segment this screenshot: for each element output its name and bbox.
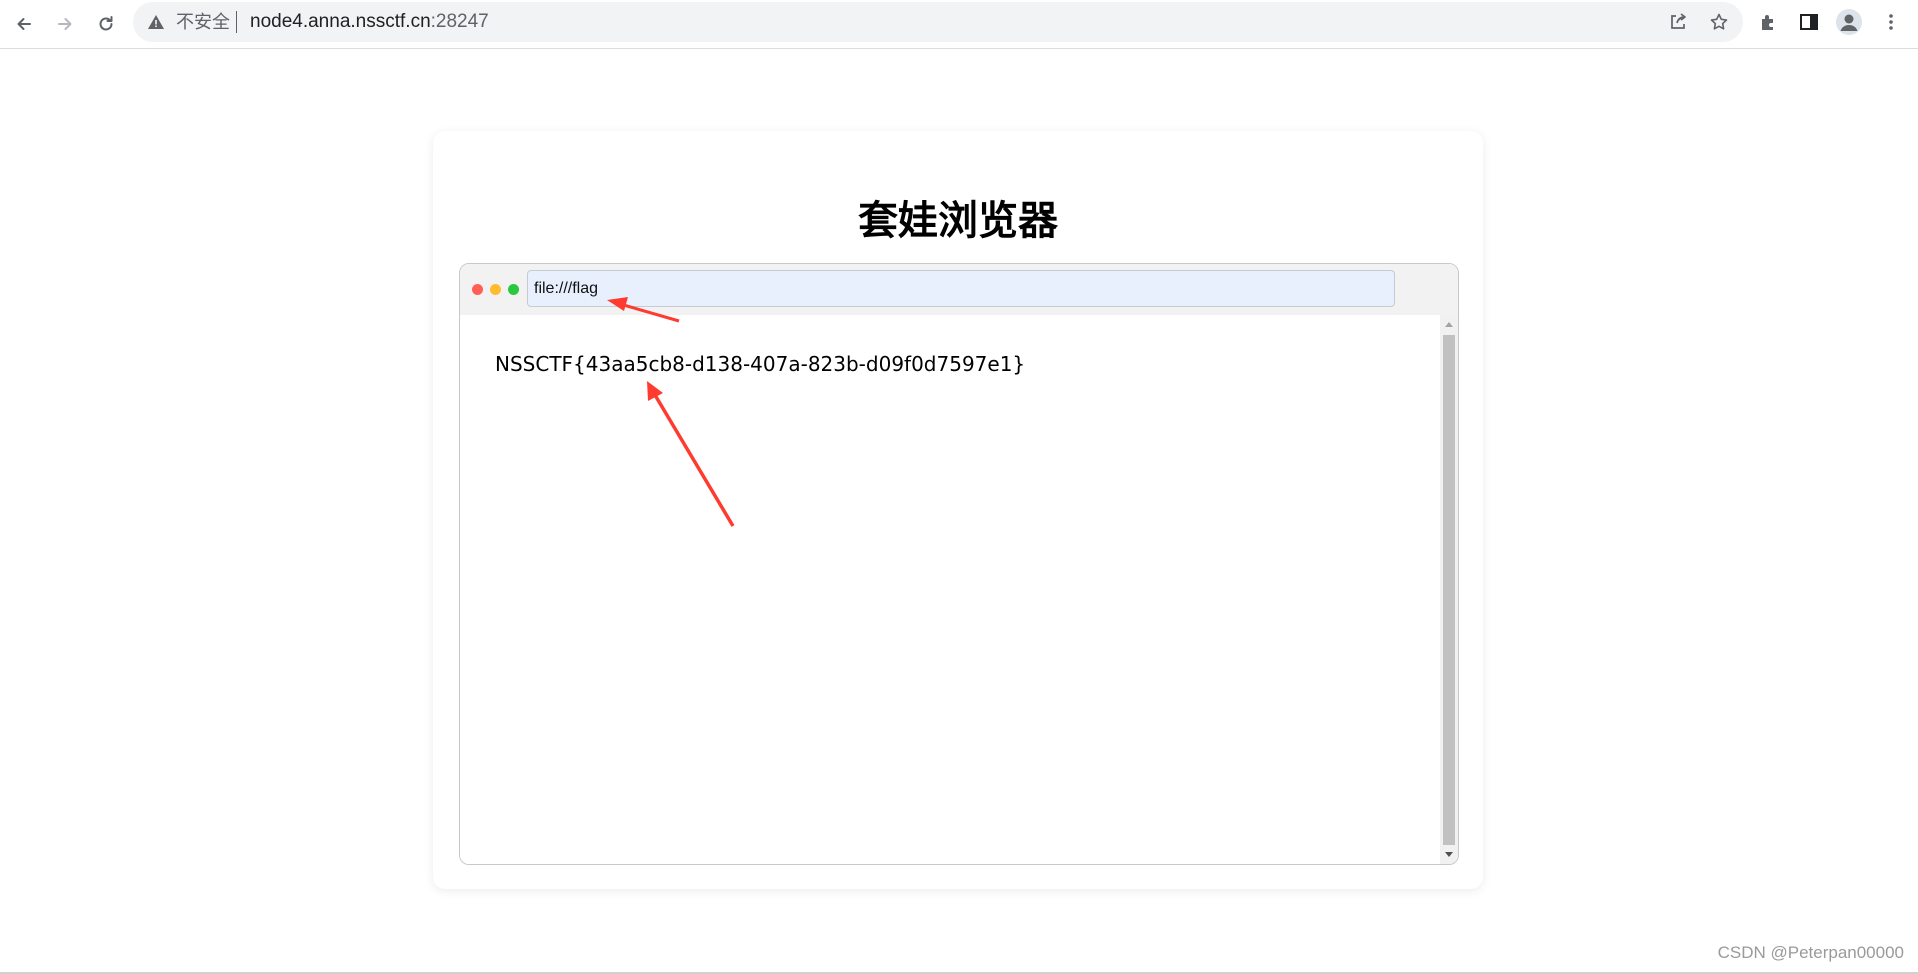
nested-browser-content: NSSCTF{43aa5cb8-d138-407a-823b-d09f0d759… — [460, 315, 1439, 864]
nested-browser-window: NSSCTF{43aa5cb8-d138-407a-823b-d09f0d759… — [459, 263, 1459, 865]
security-status[interactable]: 不安全 — [176, 12, 230, 32]
nested-url-input[interactable] — [527, 270, 1395, 307]
nested-browser-toolbar — [460, 264, 1458, 315]
forward-icon — [58, 18, 72, 30]
extensions-icon[interactable] — [1758, 11, 1780, 33]
back-icon — [17, 18, 31, 30]
minimize-dot — [490, 284, 501, 295]
scroll-up-icon — [1445, 322, 1453, 327]
forward-button[interactable] — [49, 8, 81, 40]
profile-icon — [1840, 14, 1858, 31]
side-panel-icon[interactable] — [1798, 11, 1820, 33]
scroll-down-arrow[interactable] — [1440, 848, 1458, 862]
back-button[interactable] — [8, 8, 40, 40]
scroll-up-arrow[interactable] — [1440, 317, 1458, 331]
warning-icon[interactable] — [147, 13, 165, 31]
browser-toolbar: 不安全 node4.anna.nssctf.cn:28247 — [0, 0, 1918, 49]
flag-text: NSSCTF{43aa5cb8-d138-407a-823b-d09f0d759… — [495, 352, 1026, 376]
reload-button[interactable] — [90, 8, 122, 40]
scroll-thumb[interactable] — [1443, 335, 1455, 845]
share-icon[interactable] — [1668, 12, 1688, 32]
watermark: CSDN @Peterpan00000 — [1717, 943, 1904, 962]
maximize-dot — [508, 284, 519, 295]
url-host: node4.anna.nssctf.cn — [250, 11, 431, 32]
address-bar[interactable]: 不安全 node4.anna.nssctf.cn:28247 — [133, 2, 1743, 42]
nested-scrollbar[interactable] — [1440, 315, 1458, 864]
scroll-down-icon — [1445, 852, 1453, 857]
profile-button[interactable] — [1836, 9, 1862, 35]
star-icon[interactable] — [1709, 12, 1729, 32]
omnibox-divider — [236, 11, 237, 33]
page-title: 套娃浏览器 — [858, 198, 1058, 244]
close-dot — [472, 284, 483, 295]
url-text[interactable]: node4.anna.nssctf.cn:28247 — [250, 11, 489, 33]
url-port: :28247 — [430, 11, 489, 32]
reload-icon — [99, 16, 113, 31]
menu-icon[interactable] — [1880, 11, 1902, 33]
content-card: 套娃浏览器 NSSCTF{43aa5cb8-d138-407a-823b-d09… — [433, 131, 1483, 889]
